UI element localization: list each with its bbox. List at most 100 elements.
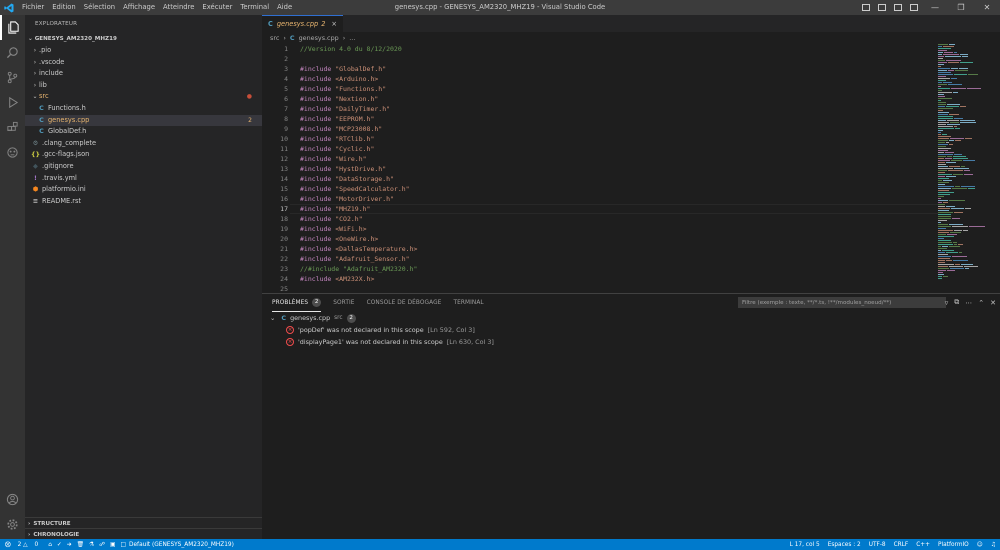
problem-group-row[interactable]: ⌄ C genesys.cpp src 2 <box>270 312 1000 324</box>
tree-item[interactable]: C Functions.h <box>25 103 262 115</box>
code-line[interactable]: 18 #include "CO2.h" <box>262 214 938 224</box>
pio-build-icon[interactable]: ✓ <box>57 542 62 548</box>
toggle-panel-icon[interactable] <box>878 4 886 11</box>
maximize-panel-icon[interactable]: ⌃ <box>978 299 984 307</box>
tree-item[interactable]: › lib <box>25 80 262 92</box>
filter-icon[interactable]: ▿ <box>945 299 949 307</box>
code-line[interactable]: 1 //Version 4.0 du 8/12/2020 <box>262 44 938 54</box>
code-line[interactable]: 2 <box>262 54 938 64</box>
platformio-status[interactable]: PlatformIO <box>938 542 969 548</box>
explorer-icon[interactable] <box>0 15 25 40</box>
language-mode[interactable]: C++ <box>916 542 930 548</box>
panel-tab[interactable]: PROBLÈMES 2 <box>272 294 322 312</box>
source-control-icon[interactable] <box>0 65 25 90</box>
minimap[interactable] <box>938 44 986 293</box>
menu-item[interactable]: Atteindre <box>159 0 198 15</box>
code-line[interactable]: 23 //#include "Adafruit_AM2320.h" <box>262 264 938 274</box>
tree-item[interactable]: › .pio <box>25 45 262 57</box>
problems-filter-input[interactable]: Filtre (exemple : texte, **/*.ts, !**/mo… <box>738 297 946 308</box>
notifications-bell-icon[interactable]: ♫ <box>991 542 996 548</box>
collapse-all-icon[interactable]: ⧉ <box>954 298 959 307</box>
menu-item[interactable]: Edition <box>48 0 80 15</box>
code-line[interactable]: 11 #include "Cyclic.h" <box>262 144 938 154</box>
code-editor[interactable]: 1//Version 4.0 du 8/12/2020 2 3 #include "G… <box>262 44 938 294</box>
pio-serial-monitor-icon[interactable]: ☍ <box>99 542 105 548</box>
code-line[interactable]: 20 #include <OneWire.h> <box>262 234 938 244</box>
tree-item[interactable]: › include <box>25 68 262 80</box>
encoding[interactable]: UTF-8 <box>869 542 886 548</box>
code-line[interactable]: 8 #include "EEPROM.h" <box>262 114 938 124</box>
tree-item[interactable]: ⚙ .clang_complete <box>25 138 262 150</box>
problem-row[interactable]: × 'popDef' was not declared in this scope… <box>270 324 1000 336</box>
menu-item[interactable]: Sélection <box>80 0 119 15</box>
account-icon[interactable] <box>0 487 25 512</box>
close-window-button[interactable]: ✕ <box>974 0 1000 15</box>
breadcrumb-folder[interactable]: src <box>270 32 279 44</box>
restore-button[interactable]: ❐ <box>948 0 974 15</box>
tab-genesys-cpp[interactable]: C genesys.cpp 2 × <box>262 15 343 32</box>
tree-item[interactable]: {} .gcc-flags.json <box>25 149 262 161</box>
tree-item[interactable]: Cgenesys.cpp 2 <box>25 114 262 127</box>
pio-terminal-icon[interactable]: ▣ <box>110 542 115 548</box>
menu-item[interactable]: Terminal <box>236 0 273 15</box>
code-line[interactable]: 5 #include "Functions.h" <box>262 84 938 94</box>
code-line[interactable]: 6 #include "Nextion.h" <box>262 94 938 104</box>
minimize-button[interactable]: — <box>922 0 948 15</box>
close-panel-icon[interactable]: ✕ <box>990 299 996 307</box>
project-folder-header[interactable]: ⌄ GENESYS_AM2320_MHZ19 <box>25 33 262 45</box>
code-line[interactable]: 16 #include "MotorDriver.h" <box>262 194 938 204</box>
feedback-icon[interactable]: ☺ <box>977 542 983 548</box>
code-line[interactable]: 19 #include <WiFi.h> <box>262 224 938 234</box>
toggle-secondary-sidebar-icon[interactable] <box>894 4 902 11</box>
code-line[interactable]: 21 #include <DallasTemperature.h> <box>262 244 938 254</box>
close-icon[interactable]: × <box>331 20 337 28</box>
customize-layout-icon[interactable] <box>910 4 918 11</box>
menu-item[interactable]: Aide <box>273 0 296 15</box>
run-debug-icon[interactable] <box>0 90 25 115</box>
platformio-icon[interactable] <box>0 140 25 165</box>
breadcrumb-symbol[interactable]: ... <box>349 32 355 44</box>
menu-item[interactable]: Fichier <box>18 0 48 15</box>
code-line[interactable]: 24 #include <AM232X.h> <box>262 274 938 284</box>
pio-home-icon[interactable]: ⌂ <box>48 542 52 548</box>
menu-item[interactable]: Exécuter <box>198 0 236 15</box>
extensions-icon[interactable] <box>0 115 25 140</box>
code-line[interactable]: 10 #include "RTClib.h" <box>262 134 938 144</box>
tree-item[interactable]: C GlobalDef.h <box>25 126 262 138</box>
code-line[interactable]: 9 #include "MCP23008.h" <box>262 124 938 134</box>
indentation[interactable]: Espaces : 2 <box>828 542 861 548</box>
code-line[interactable]: 12 #include "Wire.h" <box>262 154 938 164</box>
tree-item[interactable]: ⌄ src ● <box>25 91 262 103</box>
toggle-sidebar-icon[interactable] <box>862 4 870 11</box>
code-line[interactable]: 7 #include "DailyTimer.h" <box>262 104 938 114</box>
pio-clean-icon[interactable]: 🗑 <box>77 542 84 548</box>
end-of-line[interactable]: CRLF <box>894 542 909 548</box>
breadcrumb-file[interactable]: genesys.cpp <box>299 32 339 44</box>
editor-scrollbar[interactable] <box>988 44 1000 293</box>
code-line[interactable]: 15 #include "SpeedCalculator.h" <box>262 184 938 194</box>
panel-tab[interactable]: CONSOLE DE DÉBOGAGE <box>367 294 442 312</box>
problem-row[interactable]: × 'displayPage1' was not declared in this… <box>270 336 1000 348</box>
panel-tab[interactable]: SORTIE <box>333 294 354 312</box>
problems-status[interactable]: ⨂ 2 △ 0 <box>5 542 38 548</box>
pio-env-icon[interactable]: □ <box>121 542 126 548</box>
tree-item[interactable]: ! .travis.yml <box>25 173 262 185</box>
pio-upload-icon[interactable]: ➔ <box>67 542 72 548</box>
tree-item[interactable]: ⬢ platformio.ini <box>25 184 262 196</box>
tree-item[interactable]: ◆ .gitignore <box>25 161 262 173</box>
menu-item[interactable]: Affichage <box>119 0 159 15</box>
code-line[interactable]: 17 #include "MHZ19.h" <box>262 204 938 214</box>
search-icon[interactable] <box>0 40 25 65</box>
pio-test-icon[interactable]: ⚗ <box>89 542 94 548</box>
code-line[interactable]: 14 #include "DataStorage.h" <box>262 174 938 184</box>
more-actions-icon[interactable]: ⋯ <box>965 299 972 307</box>
tree-item[interactable]: › .vscode <box>25 57 262 69</box>
code-line[interactable]: 3 #include "GlobalDef.h" <box>262 64 938 74</box>
tree-item[interactable]: ≡ README.rst <box>25 196 262 208</box>
cursor-position[interactable]: L 17, col 5 <box>790 542 820 548</box>
panel-tab[interactable]: TERMINAL <box>453 294 483 312</box>
code-line[interactable]: 22 #include "Adafruit_Sensor.h" <box>262 254 938 264</box>
project-env[interactable]: Default (GENESYS_AM2320_MHZ19) <box>129 542 234 548</box>
settings-gear-icon[interactable] <box>0 512 25 537</box>
code-line[interactable]: 13 #include "HystDrive.h" <box>262 164 938 174</box>
